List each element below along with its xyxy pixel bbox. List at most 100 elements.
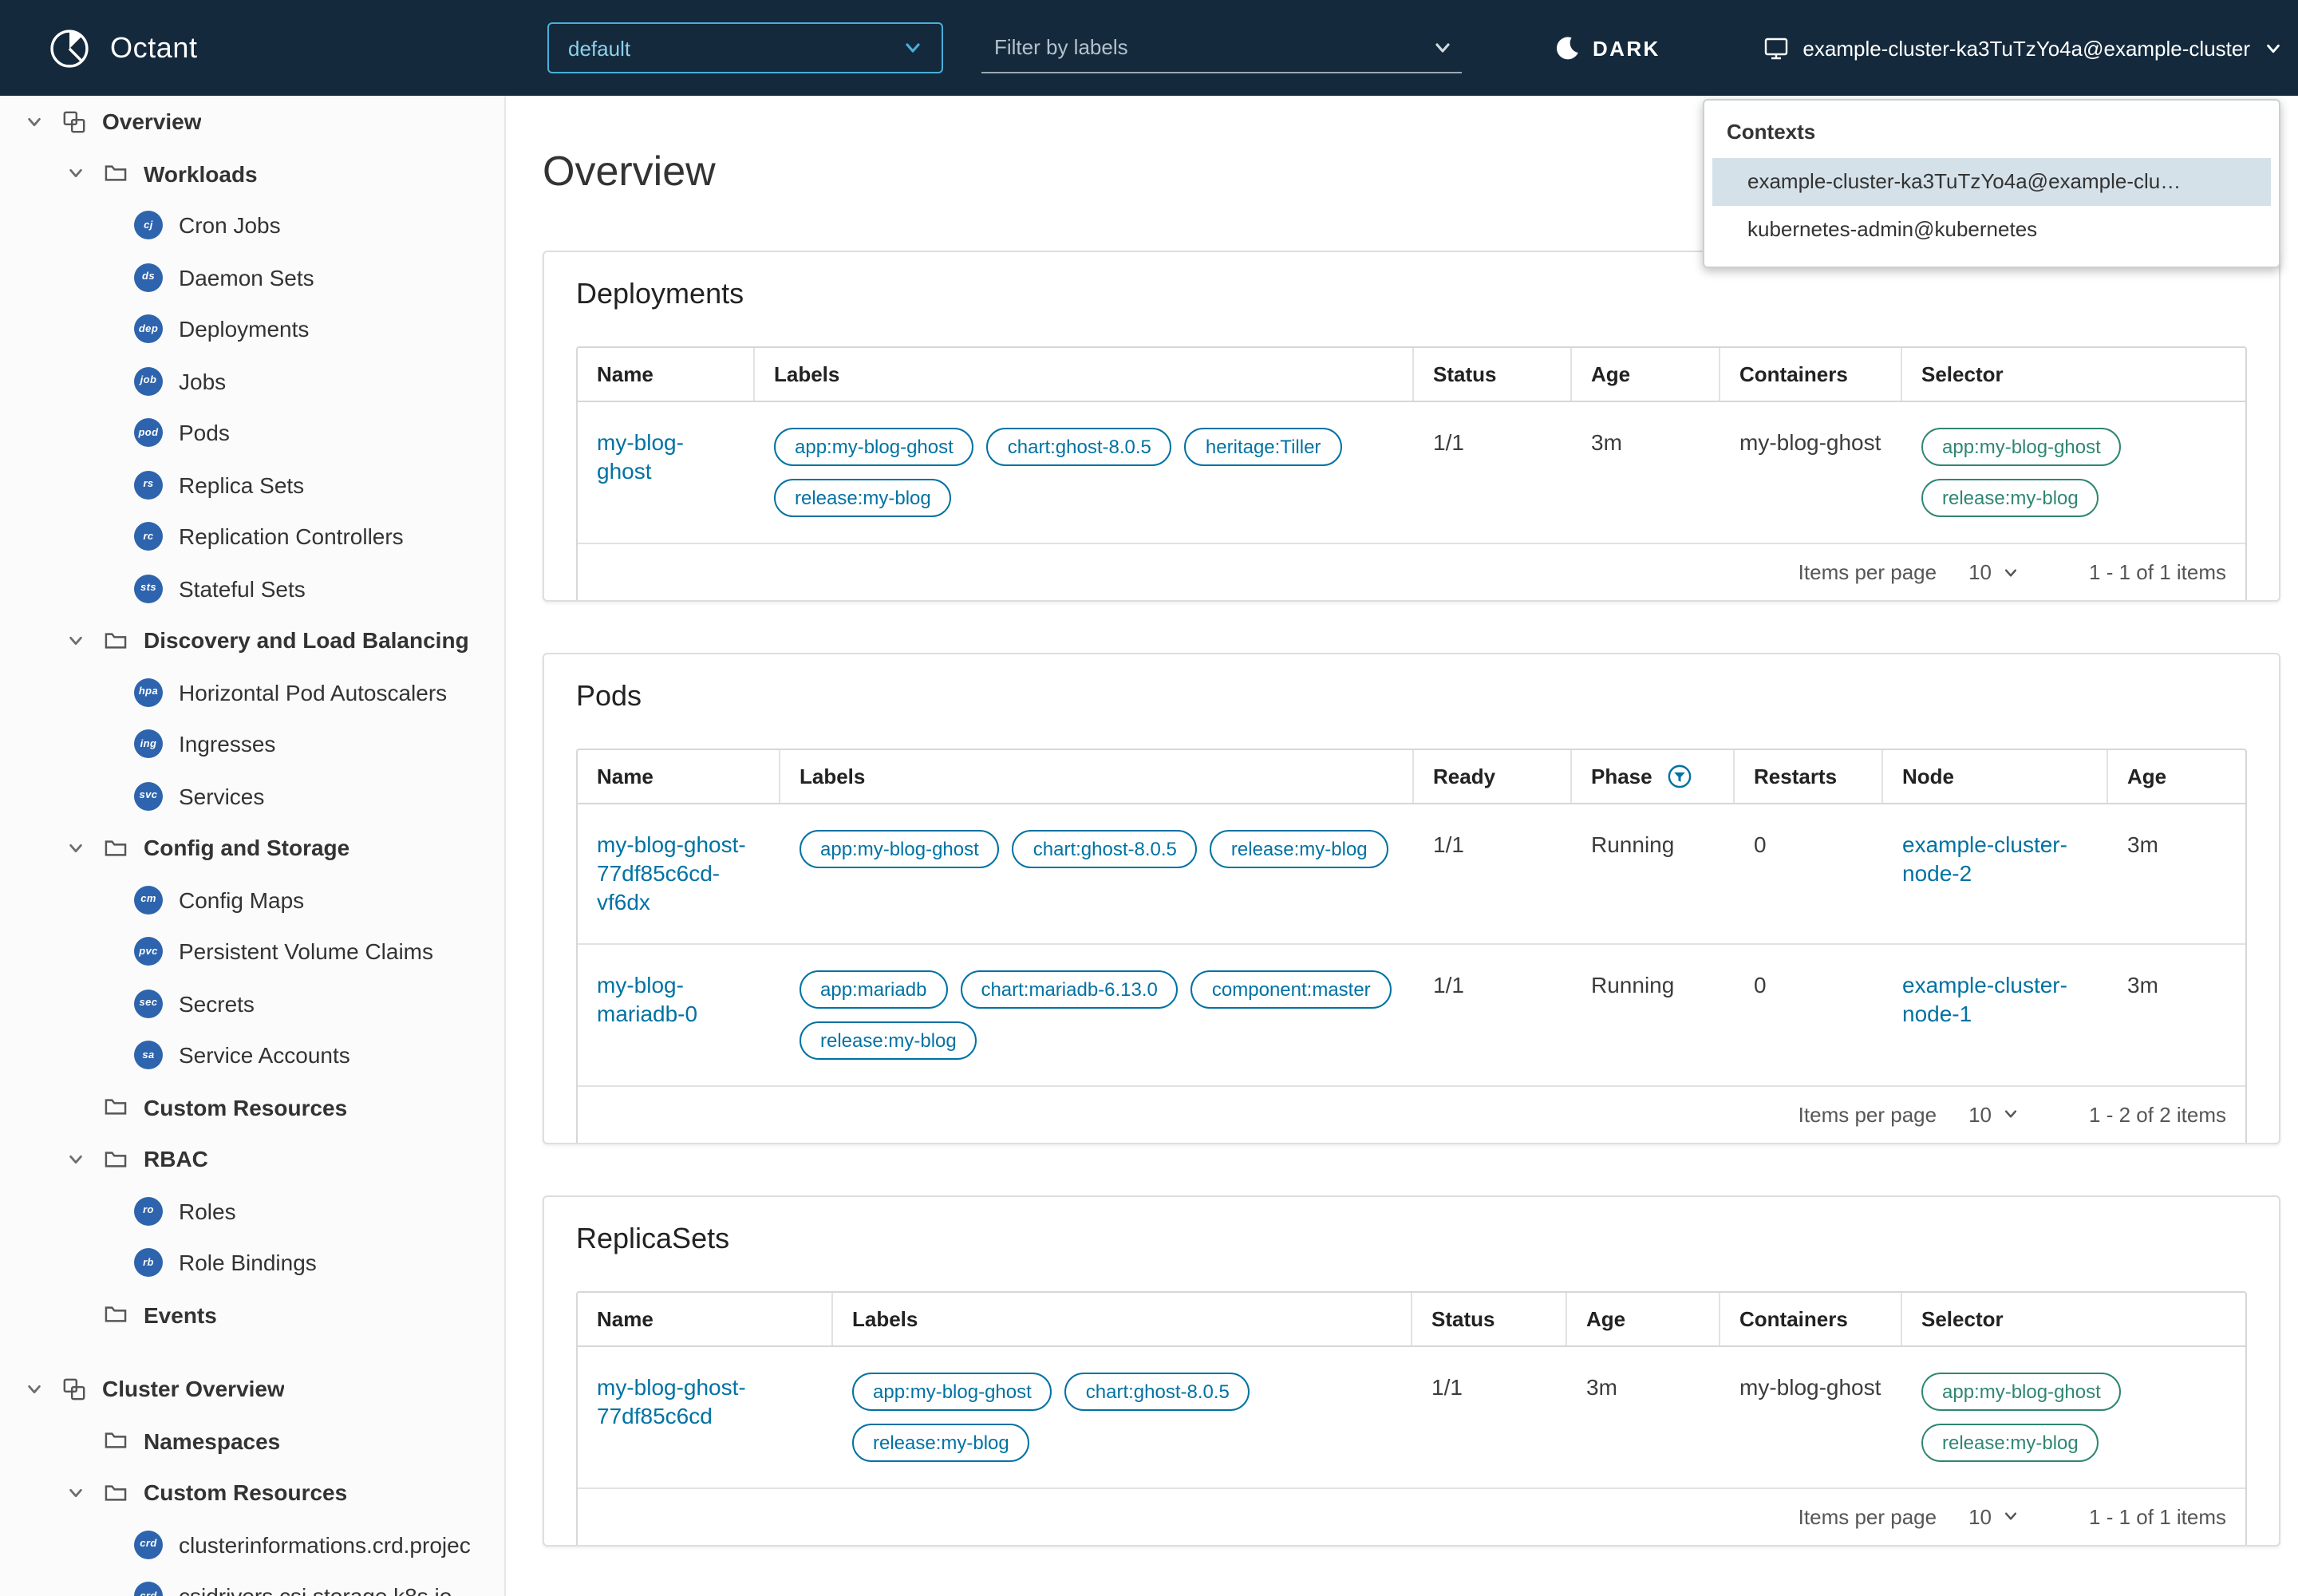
sidebar-item-roles[interactable]: ro Roles <box>0 1185 504 1237</box>
selector-pill[interactable]: app:my-blog-ghost <box>1921 428 2122 466</box>
sidebar-item-deployments[interactable]: dep Deployments <box>0 303 504 355</box>
chevron-down-icon <box>2003 1508 2019 1524</box>
chevron-down-icon[interactable] <box>22 113 45 131</box>
sidebar-item-pods[interactable]: pod Pods <box>0 407 504 459</box>
table-row: my-blog-ghost-77df85c6cd-vf6dx app:my-bl… <box>578 804 2245 944</box>
sidebar-item-overview[interactable]: Overview <box>0 96 504 148</box>
phase-cell: Running <box>1572 804 1735 942</box>
label-pill[interactable]: chart:mariadb-6.13.0 <box>960 970 1178 1008</box>
node-link[interactable]: example-cluster-node-1 <box>1902 971 2067 1025</box>
moon-icon <box>1554 35 1580 61</box>
sidebar-item-service-accounts[interactable]: sa Service Accounts <box>0 1029 504 1081</box>
label-pill[interactable]: app:my-blog-ghost <box>774 428 974 466</box>
sidebar-item-jobs[interactable]: job Jobs <box>0 355 504 407</box>
sidebar-item-persistent-volume-claims[interactable]: pvc Persistent Volume Claims <box>0 926 504 978</box>
label-filter <box>981 22 1462 73</box>
restarts-cell: 0 <box>1735 804 1883 942</box>
label-pill[interactable]: chart:ghost-8.0.5 <box>987 428 1172 466</box>
statefulset-icon: sts <box>134 575 163 603</box>
column-header: Age <box>1567 1292 1720 1345</box>
chevron-down-icon[interactable] <box>64 632 86 650</box>
namespace-dropdown[interactable]: default <box>547 22 943 73</box>
chevron-down-icon[interactable] <box>22 1381 45 1398</box>
phase-filter-icon[interactable] <box>1668 764 1692 788</box>
label-pill[interactable]: release:my-blog <box>1210 830 1388 868</box>
pod-name-link[interactable]: my-blog-ghost-77df85c6cd-vf6dx <box>597 832 746 915</box>
sidebar-group-namespaces[interactable]: Namespaces <box>0 1415 504 1467</box>
sidebar-item-role-bindings[interactable]: rb Role Bindings <box>0 1237 504 1289</box>
sidebar-group-config-and-storage[interactable]: Config and Storage <box>0 822 504 874</box>
selector-pill[interactable]: release:my-blog <box>1921 1423 2099 1461</box>
context-menu-item[interactable]: kubernetes-admin@kubernetes <box>1712 206 2271 254</box>
replicationcontroller-icon: rc <box>134 523 163 551</box>
chevron-down-icon[interactable] <box>64 165 86 183</box>
items-per-page-select[interactable]: 10 <box>1968 560 2019 584</box>
table-row: my-blog-mariadb-0 app:mariadb chart:mari… <box>578 944 2245 1086</box>
label-filter-input[interactable] <box>991 34 1406 61</box>
folder-icon <box>102 1149 128 1170</box>
deployment-name-link[interactable]: my-blog-ghost <box>597 429 684 484</box>
label-pill[interactable]: release:my-blog <box>800 1021 977 1059</box>
job-icon: job <box>134 367 163 396</box>
chevron-down-icon[interactable] <box>64 1484 86 1502</box>
label-pill[interactable]: chart:ghost-8.0.5 <box>1065 1372 1250 1410</box>
chevron-down-icon[interactable] <box>64 839 86 857</box>
chevron-down-icon[interactable] <box>64 1151 86 1168</box>
label-pill[interactable]: heritage:Tiller <box>1185 428 1342 466</box>
label-pill[interactable]: app:my-blog-ghost <box>800 830 1000 868</box>
sidebar-group-rbac[interactable]: RBAC <box>0 1133 504 1185</box>
sidebar-item-secrets[interactable]: sec Secrets <box>0 978 504 1029</box>
sidebar-item-horizontal-pod-autoscalers[interactable]: hpa Horizontal Pod Autoscalers <box>0 666 504 718</box>
theme-toggle[interactable]: DARK <box>1554 0 1660 96</box>
sidebar-group-discovery-and-load-balancing[interactable]: Discovery and Load Balancing <box>0 614 504 666</box>
sidebar-item-services[interactable]: svc Services <box>0 770 504 822</box>
app-title: Octant <box>110 31 198 65</box>
column-header: Containers <box>1720 348 1902 401</box>
table-header-row: Name Labels Status Age Containers Select… <box>578 348 2245 402</box>
pagination-range: 1 - 2 of 2 items <box>2089 1102 2226 1126</box>
sidebar-item-config-maps[interactable]: cm Config Maps <box>0 874 504 926</box>
sidebar-item-cron-jobs[interactable]: cj Cron Jobs <box>0 200 504 251</box>
context-selector[interactable]: example-cluster-ka3TuTzYo4a@example-clus… <box>1763 0 2282 96</box>
label-pill[interactable]: app:my-blog-ghost <box>852 1372 1052 1410</box>
items-per-page-select[interactable]: 10 <box>1968 1504 2019 1528</box>
sidebar-item-replication-controllers[interactable]: rc Replication Controllers <box>0 511 504 563</box>
sidebar-group-events[interactable]: Events <box>0 1289 504 1341</box>
column-header: Name <box>578 750 780 803</box>
pagination-range: 1 - 1 of 1 items <box>2089 1504 2226 1528</box>
sidebar-group-custom-resources[interactable]: Custom Resources <box>0 1081 504 1133</box>
sidebar-item-clusterinformations[interactable]: crd clusterinformations.crd.projec <box>0 1519 504 1570</box>
containers-cell: my-blog-ghost <box>1720 1346 1902 1487</box>
sidebar-group-workloads[interactable]: Workloads <box>0 148 504 200</box>
pod-name-link[interactable]: my-blog-mariadb-0 <box>597 971 697 1025</box>
context-menu-item-selected[interactable]: example-cluster-ka3TuTzYo4a@example-clu… <box>1712 158 2271 206</box>
items-per-page-select[interactable]: 10 <box>1968 1102 2019 1126</box>
sidebar-item-daemon-sets[interactable]: ds Daemon Sets <box>0 251 504 303</box>
label-pill[interactable]: app:mariadb <box>800 970 947 1008</box>
pods-table: Name Labels Ready Phase Restarts Node Ag… <box>576 749 2247 1142</box>
sidebar-item-stateful-sets[interactable]: sts Stateful Sets <box>0 563 504 614</box>
sidebar-item-csidrivers[interactable]: crd csidrivers.csi.storage.k8s.io <box>0 1570 504 1596</box>
replicaset-name-link[interactable]: my-blog-ghost-77df85c6cd <box>597 1373 746 1428</box>
octant-app: Octant default DARK example-cluster-ka3T… <box>0 0 2298 1596</box>
sidebar-item-replica-sets[interactable]: rs Replica Sets <box>0 459 504 511</box>
table-pagination: Items per page 10 1 - 1 of 1 items <box>578 1488 2245 1544</box>
sidebar-group-cluster-custom-resources[interactable]: Custom Resources <box>0 1467 504 1519</box>
ready-cell: 1/1 <box>1414 944 1572 1084</box>
column-header: Age <box>2108 750 2245 803</box>
replicasets-card: ReplicaSets Name Labels Status Age Conta… <box>543 1195 2280 1546</box>
contexts-dropdown-menu: Contexts example-cluster-ka3TuTzYo4a@exa… <box>1703 99 2280 268</box>
label-pill[interactable]: release:my-blog <box>852 1423 1030 1461</box>
label-pill[interactable]: release:my-blog <box>774 479 952 517</box>
column-header: Selector <box>1902 348 2245 401</box>
label-pill[interactable]: component:master <box>1191 970 1392 1008</box>
node-link[interactable]: example-cluster-node-2 <box>1902 832 2067 886</box>
selector-pill[interactable]: app:my-blog-ghost <box>1921 1372 2122 1410</box>
sidebar-item-ingresses[interactable]: ing Ingresses <box>0 718 504 770</box>
ready-cell: 1/1 <box>1414 804 1572 942</box>
folder-icon <box>102 1305 128 1325</box>
label-pill[interactable]: chart:ghost-8.0.5 <box>1013 830 1198 868</box>
sidebar-item-cluster-overview[interactable]: Cluster Overview <box>0 1363 504 1415</box>
context-value: example-cluster-ka3TuTzYo4a@example-clus… <box>1802 36 2250 60</box>
selector-pill[interactable]: release:my-blog <box>1921 479 2099 517</box>
